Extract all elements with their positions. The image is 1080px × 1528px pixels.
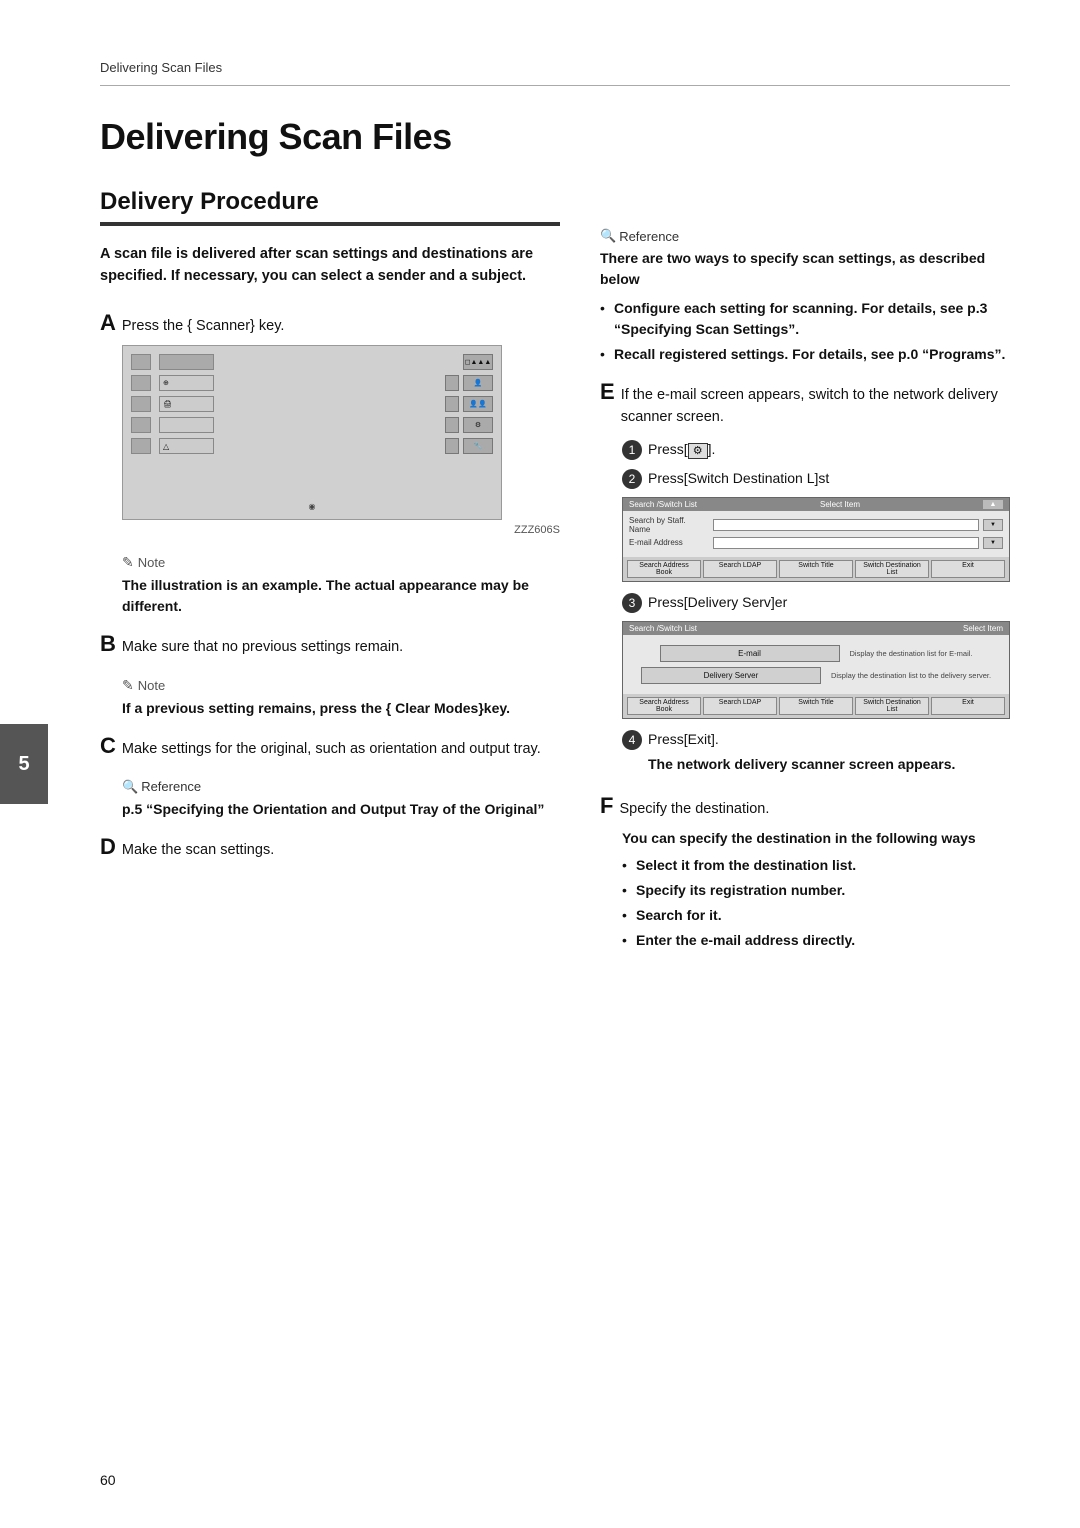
ref2-bullet1: Configure each setting for scanning. For… (600, 298, 1010, 340)
breadcrumb-text: Delivering Scan Files (100, 60, 222, 75)
step-f: F Specify the destination. You can speci… (600, 793, 1010, 952)
ref2-intro: There are two ways to specify scan setti… (600, 248, 1010, 290)
step-f-letter: F (600, 793, 613, 819)
screen1-header-left: Search /Switch List (629, 500, 697, 509)
note1-content: The illustration is an example. The actu… (122, 575, 560, 617)
screen2-email-desc: Display the destination list for E-mail. (850, 649, 973, 658)
sub-text-2: Press[Switch Destination L]st (648, 468, 829, 489)
sub-text-4: Press[Exit]. (648, 731, 719, 747)
ref2-bullets: Configure each setting for scanning. For… (600, 298, 1010, 365)
step-f-bullet-1: Select it from the destination list. (622, 855, 1010, 876)
chapter-tab: 5 (0, 724, 48, 804)
screen2-delivery-btn[interactable]: Delivery Server (641, 667, 821, 684)
step-c-text: Make settings for the original, such as … (122, 739, 541, 761)
note2-content: If a previous setting remains, press the… (122, 698, 560, 719)
step-b: B Make sure that no previous settings re… (100, 631, 560, 659)
step-e-text: If the e-mail screen appears, switch to … (621, 385, 1010, 429)
step-c-letter: C (100, 733, 116, 759)
screen2-delivery-desc: Display the destination list to the deli… (831, 671, 991, 680)
intro-paragraph: A scan file is delivered after scan sett… (100, 244, 560, 288)
sub-num-4: 4 (622, 730, 642, 750)
screen1-field2[interactable] (713, 537, 979, 549)
screen1-row2: E-mail Address (629, 538, 709, 547)
sub-text-3: Press[Delivery Serv]er (648, 592, 787, 613)
ref1-content: p.5 “Specifying the Orientation and Outp… (122, 799, 560, 820)
sub-num-3: 3 (622, 593, 642, 613)
step-d-letter: D (100, 834, 116, 860)
step-e-letter: E (600, 379, 615, 405)
screen1-scroll-btn[interactable]: ▼ (983, 519, 1003, 531)
screen1-field1[interactable] (713, 519, 979, 531)
note2-icon: ✎ (122, 677, 134, 694)
scanner-image: ◻▲▲▲ ⊕ 👤 🖨 (122, 345, 502, 520)
step-a: A Press the { Scanner} key. ◻▲▲▲ (100, 310, 560, 537)
sub-text-1: Press[⚙]. (648, 439, 715, 460)
step-e: E If the e-mail screen appears, switch t… (600, 379, 1010, 775)
screen1-btn-switch-title[interactable]: Switch Title (779, 560, 853, 578)
screen2-btn-exit[interactable]: Exit (931, 697, 1005, 715)
screen2-footer: Search Address Book Search LDAP Switch T… (623, 694, 1009, 718)
reference-2: 🔍 Reference There are two ways to specif… (600, 228, 1010, 365)
sub-step-2: 2 Press[Switch Destination L]st (622, 468, 1010, 489)
screen2-btn-search-addr[interactable]: Search Address Book (627, 697, 701, 715)
ref1-label: Reference (141, 779, 201, 794)
screen1-btn-switch-dest[interactable]: Switch Destination List (855, 560, 929, 578)
screen2-header-left: Search /Switch List (629, 624, 697, 633)
step-b-text: Make sure that no previous settings rema… (122, 637, 403, 659)
step-d: D Make the scan settings. (100, 834, 560, 862)
sub-step-3: 3 Press[Delivery Serv]er (622, 592, 1010, 613)
step-d-text: Make the scan settings. (122, 840, 274, 862)
step-f-bullet-2: Specify its registration number. (622, 880, 1010, 901)
sub4-note: The network delivery scanner screen appe… (648, 754, 955, 775)
screen-2: Search /Switch List Select Item E-mail D… (622, 621, 1010, 719)
screen2-header-right: Select Item (963, 624, 1003, 633)
page-title: Delivering Scan Files (100, 116, 1010, 158)
ref2-icon: 🔍 (600, 228, 616, 244)
screen1-btn-exit[interactable]: Exit (931, 560, 1005, 578)
screen2-btn-switch-dest[interactable]: Switch Destination List (855, 697, 929, 715)
note1-label: Note (138, 555, 165, 570)
step-f-bold: You can specify the destination in the f… (622, 828, 1010, 849)
breadcrumb: Delivering Scan Files (100, 60, 1010, 86)
step-c: C Make settings for the original, such a… (100, 733, 560, 761)
step-a-text: Press the { Scanner} key. (122, 316, 285, 338)
note-2: ✎ Note If a previous setting remains, pr… (122, 677, 560, 719)
screen1-body: Search by Staff. Name ▼ E-mail Address ▼ (623, 511, 1009, 557)
screen2-header: Search /Switch List Select Item (623, 622, 1009, 635)
screen1-header: Search /Switch List Select Item ▲ (623, 498, 1009, 511)
screen1-btn-search-addr[interactable]: Search Address Book (627, 560, 701, 578)
step-a-letter: A (100, 310, 116, 336)
step-f-bullet-4: Enter the e-mail address directly. (622, 930, 1010, 951)
screen1-btn-search-ldap[interactable]: Search LDAP (703, 560, 777, 578)
screen-1: Search /Switch List Select Item ▲ Search… (622, 497, 1010, 582)
screen1-scroll-btn2[interactable]: ▼ (983, 537, 1003, 549)
sub-num-1: 1 (622, 440, 642, 460)
sub-step-4: 4 Press[Exit]. The network delivery scan… (622, 729, 1010, 775)
ref1-icon: 🔍 (122, 779, 138, 795)
scanner-image-caption: ZZZ606S (122, 524, 560, 536)
reference-1: 🔍 Reference p.5 “Specifying the Orientat… (122, 779, 560, 820)
screen2-body: E-mail Display the destination list for … (623, 635, 1009, 694)
section-heading: Delivery Procedure (100, 188, 560, 226)
screen1-header-right: Select Item (820, 500, 860, 509)
note2-label: Note (138, 678, 165, 693)
step-b-letter: B (100, 631, 116, 657)
screen2-btn-switch-title[interactable]: Switch Title (779, 697, 853, 715)
chapter-number: 5 (18, 753, 29, 776)
note-1: ✎ Note The illustration is an example. T… (122, 554, 560, 617)
page-number: 60 (100, 1472, 116, 1488)
step-f-bullets: Select it from the destination list. Spe… (622, 855, 1010, 951)
ref2-bullet2: Recall registered settings. For details,… (600, 344, 1010, 365)
screen1-row1: Search by Staff. Name (629, 516, 709, 534)
screen2-btn-search-ldap[interactable]: Search LDAP (703, 697, 777, 715)
ref2-label: Reference (619, 229, 679, 244)
screen1-scrollbar: ▲ (983, 500, 1003, 509)
sub-step-1: 1 Press[⚙]. (622, 439, 1010, 460)
screen2-email-btn[interactable]: E-mail (660, 645, 840, 662)
note-icon: ✎ (122, 554, 134, 571)
step-f-text: Specify the destination. (619, 799, 769, 821)
screen1-footer: Search Address Book Search LDAP Switch T… (623, 557, 1009, 581)
step-f-bullet-3: Search for it. (622, 905, 1010, 926)
sub-num-2: 2 (622, 469, 642, 489)
